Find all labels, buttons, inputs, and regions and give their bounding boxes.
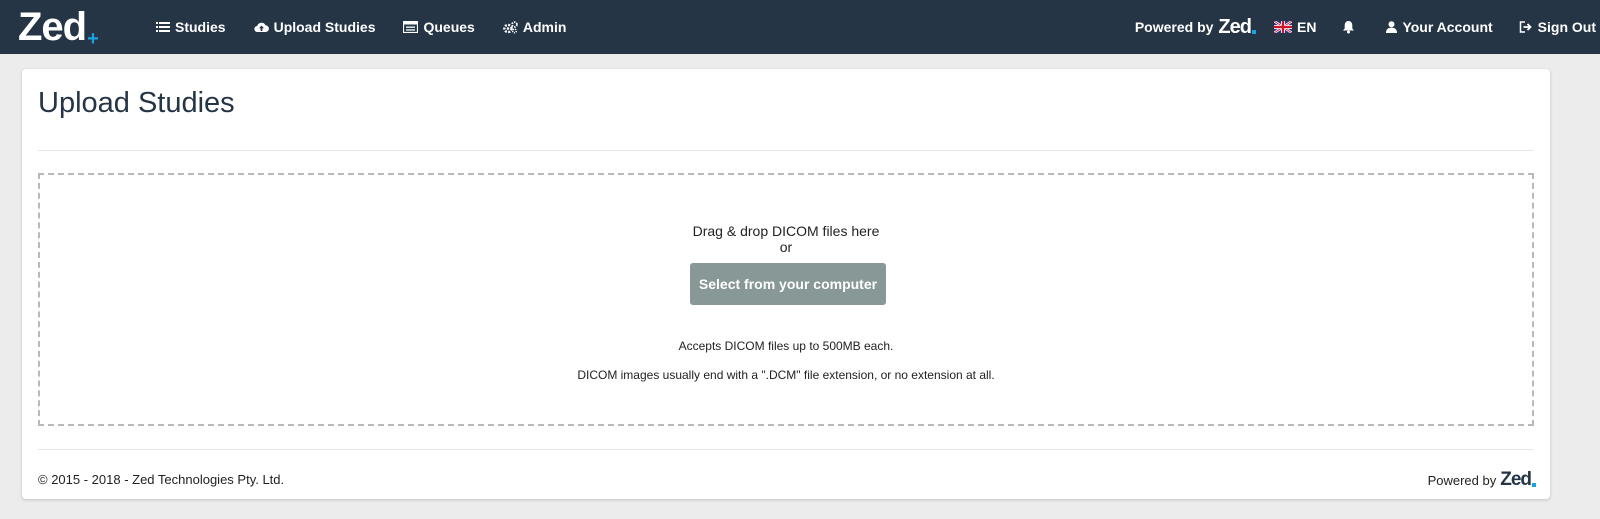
select-files-button[interactable]: Select from your computer [690, 263, 886, 305]
nav-admin-label: Admin [522, 19, 567, 35]
uk-flag-icon [1273, 21, 1292, 33]
queue-icon [403, 21, 419, 33]
your-account-label: Your Account [1402, 19, 1493, 35]
sign-out-icon [1519, 21, 1532, 33]
footer-brand-dot [1532, 483, 1536, 487]
nav-queues[interactable]: Queues [403, 19, 475, 35]
cloud-upload-icon [253, 22, 269, 33]
nav-upload-studies-label: Upload Studies [273, 19, 376, 35]
sign-out-link[interactable]: Sign Out [1519, 19, 1596, 35]
dropzone-size-note: Accepts DICOM files up to 500MB each. [678, 339, 894, 353]
title-divider [38, 150, 1534, 151]
dropzone-extension-note: DICOM images usually end with a ".DCM" f… [577, 368, 995, 382]
powered-by-zed: Powered by Zed [1135, 16, 1256, 39]
language-label: EN [1296, 19, 1317, 35]
page-title: Upload Studies [38, 87, 235, 119]
language-selector[interactable]: EN [1273, 19, 1317, 35]
top-navbar: Zed + Studies Upload Studies Queues Admi… [0, 0, 1600, 54]
copyright-text: © 2015 - 2018 - Zed Technologies Pty. Lt… [38, 472, 285, 487]
dropzone-instruction: Drag & drop DICOM files here [692, 223, 880, 239]
nav-upload-studies[interactable]: Upload Studies [253, 19, 376, 35]
list-icon [156, 22, 170, 32]
user-nav: Powered by Zed EN Your Account Sign Out [1135, 16, 1596, 39]
nav-admin[interactable]: Admin [503, 19, 567, 35]
brand-name: Zed [18, 5, 87, 49]
sign-out-label: Sign Out [1537, 19, 1596, 35]
brand-dot [1251, 29, 1256, 34]
user-icon [1386, 21, 1398, 33]
your-account-link[interactable]: Your Account [1386, 19, 1493, 35]
footer-divider [38, 449, 1534, 450]
powered-by-brand: Zed [1218, 15, 1252, 38]
nav-studies[interactable]: Studies [156, 19, 226, 35]
main-nav: Studies Upload Studies Queues Admin [156, 19, 594, 35]
footer-powered-by-brand: Zed [1500, 469, 1532, 490]
footer-powered-by-label: Powered by [1427, 472, 1497, 488]
dropzone-or: or [779, 239, 793, 255]
nav-studies-label: Studies [175, 19, 226, 35]
brand-logo[interactable]: Zed + [18, 5, 128, 50]
powered-by-label: Powered by [1134, 19, 1214, 35]
notifications-button[interactable] [1342, 20, 1360, 34]
nav-queues-label: Queues [423, 19, 475, 35]
upload-card: Upload Studies Drag & drop DICOM files h… [22, 69, 1550, 499]
brand-plus-mark: + [87, 28, 99, 50]
gears-icon [503, 20, 518, 34]
bell-icon [1343, 21, 1355, 34]
file-dropzone[interactable]: Drag & drop DICOM files here or Select f… [38, 173, 1534, 426]
footer-powered-by: Powered by Zed [1428, 469, 1536, 491]
